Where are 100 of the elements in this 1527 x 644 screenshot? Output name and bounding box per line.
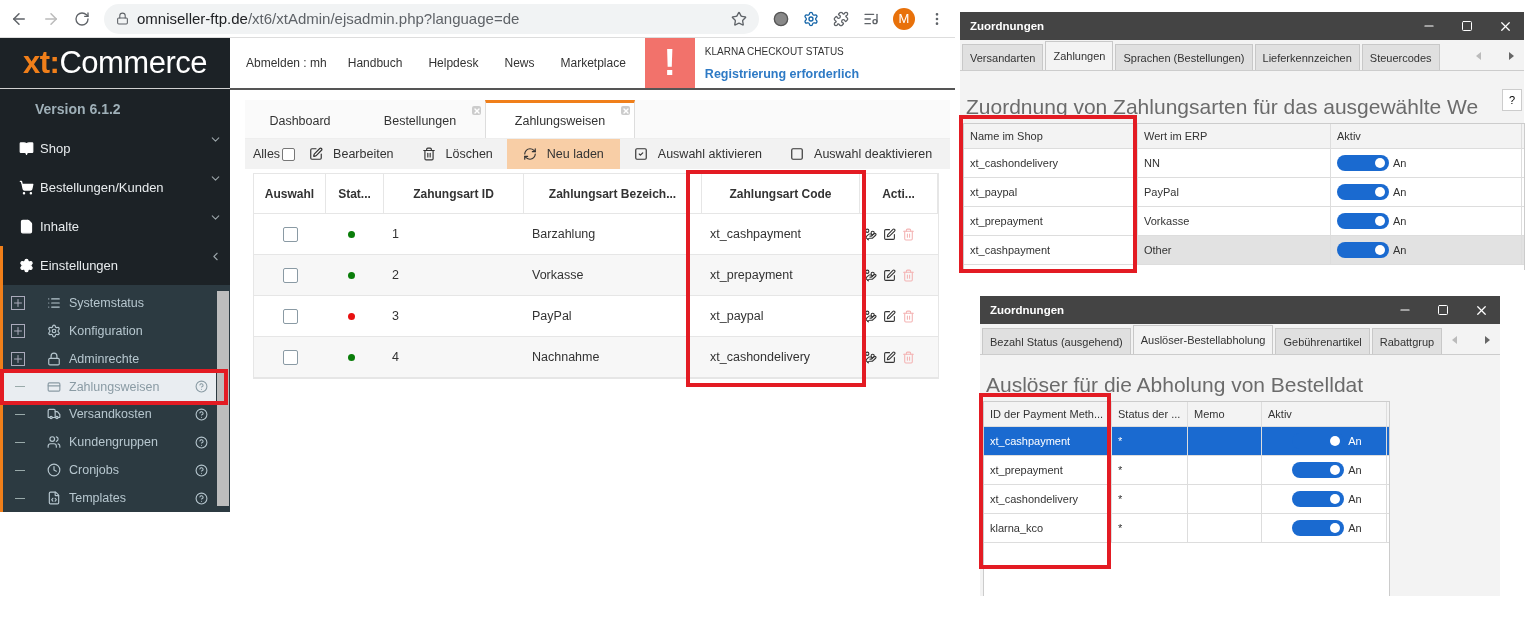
- checkbox[interactable]: [282, 226, 298, 242]
- tab[interactable]: Zahlungsweisen: [485, 100, 635, 138]
- sidebar-item[interactable]: Cronjobs: [3, 456, 216, 485]
- scroll-right-icon[interactable]: [1509, 52, 1514, 60]
- nav-item[interactable]: Bestellungen/Kunden: [0, 168, 230, 207]
- column-header: Aktiv: [1262, 402, 1387, 426]
- tab[interactable]: Sprachen (Bestellungen): [1115, 44, 1253, 70]
- column-header: Stat...: [326, 174, 384, 213]
- toggle-switch[interactable]: [1337, 155, 1389, 171]
- coins-icon[interactable]: [864, 268, 877, 282]
- table-row[interactable]: xt_paypal PayPal An: [964, 178, 1524, 207]
- table-cell: *: [1112, 427, 1188, 455]
- coins-icon[interactable]: [864, 227, 877, 241]
- table-row[interactable]: xt_cashondelivery * An: [984, 485, 1389, 514]
- table-row[interactable]: xt_cashpayment Other An: [964, 236, 1524, 265]
- sidebar-item[interactable]: Kundengruppen: [3, 428, 216, 457]
- puzzle-icon[interactable]: [833, 10, 849, 27]
- nav-item[interactable]: Inhalte: [0, 207, 230, 246]
- table-cell-text: 2: [391, 267, 400, 284]
- column-header: ID der Payment Meth...: [984, 402, 1112, 426]
- extension-icon[interactable]: [773, 10, 789, 27]
- sidebar-item[interactable]: Templates: [3, 484, 216, 512]
- toolbar-button[interactable]: Auswahl aktivieren: [619, 139, 777, 169]
- version-label: Version 6.1.2: [34, 100, 122, 119]
- toggle-switch[interactable]: [1337, 213, 1389, 229]
- checkbox[interactable]: [282, 267, 298, 283]
- star-icon[interactable]: [731, 10, 747, 27]
- toggle-switch[interactable]: [1292, 520, 1345, 536]
- table-cell-text: xt_prepayment: [709, 267, 794, 284]
- lock-icon: [47, 351, 61, 366]
- extension-icon[interactable]: [803, 10, 819, 27]
- toolbar-button[interactable]: Bearbeiten: [295, 139, 408, 169]
- toggle-label: An: [1348, 493, 1362, 505]
- sidebar-item[interactable]: Versandkosten: [3, 400, 216, 429]
- alert-link[interactable]: Registrierung erforderlich: [704, 66, 860, 81]
- top-link[interactable]: Abmelden : mh: [230, 38, 335, 88]
- help-icon[interactable]: [195, 407, 208, 421]
- expand-icon[interactable]: [11, 323, 25, 338]
- top-link[interactable]: Helpdesk: [415, 38, 492, 88]
- tab[interactable]: Versandarten: [962, 44, 1044, 70]
- edit-icon[interactable]: [883, 268, 896, 282]
- settings-icon: [19, 258, 34, 273]
- toggle-switch[interactable]: [1292, 462, 1345, 478]
- nav-item[interactable]: Shop: [0, 129, 230, 168]
- tab[interactable]: Bezahl Status (ausgehend): [982, 328, 1131, 354]
- reload-icon[interactable]: [74, 10, 90, 27]
- tab[interactable]: Rabattgrup: [1371, 328, 1442, 354]
- tab[interactable]: Gebührenartikel: [1275, 328, 1370, 354]
- table-cell: xt_cashondelivery: [984, 485, 1112, 513]
- sidebar-item[interactable]: Systemstatus: [3, 289, 216, 317]
- help-button[interactable]: ?: [1502, 89, 1522, 111]
- expand-icon[interactable]: [11, 295, 25, 310]
- table-row[interactable]: xt_prepayment Vorkasse An: [964, 207, 1524, 236]
- scroll-right-icon[interactable]: [1485, 336, 1490, 344]
- toggle-switch[interactable]: [1292, 491, 1345, 507]
- toggle-switch[interactable]: [1337, 242, 1389, 258]
- checkbox[interactable]: [282, 308, 298, 324]
- table-cell: xt_prepayment: [964, 207, 1138, 235]
- table-row[interactable]: klarna_kco * An: [984, 514, 1389, 543]
- toolbar-button[interactable]: Auswahl deaktivieren: [776, 139, 947, 169]
- help-icon[interactable]: [195, 435, 208, 449]
- toggle-label: An: [1393, 215, 1407, 227]
- toolbar-button[interactable]: Neu laden: [506, 139, 620, 169]
- tab[interactable]: Bestellungen: [355, 100, 485, 138]
- tab[interactable]: Steuercodes: [1361, 44, 1440, 70]
- checkbox[interactable]: [282, 147, 296, 161]
- edit-icon[interactable]: [883, 309, 896, 323]
- help-icon[interactable]: [195, 463, 208, 477]
- expand-icon[interactable]: [11, 351, 25, 366]
- book-icon: [19, 141, 34, 156]
- sidebar-item[interactable]: Konfiguration: [3, 316, 216, 345]
- address-bar[interactable]: omniseller-ftp.de/xt6/xtAdmin/ejsadmin.php?language=de: [104, 3, 759, 34]
- top-link[interactable]: Handbuch: [334, 38, 416, 88]
- edit-icon[interactable]: [883, 350, 896, 364]
- table-row[interactable]: xt_prepayment * An: [984, 456, 1389, 485]
- help-icon[interactable]: [195, 491, 208, 505]
- credit-card-icon: [47, 379, 61, 394]
- table-cell-text: 4: [391, 349, 400, 366]
- tab[interactable]: Zahlungen: [1045, 41, 1114, 70]
- top-link[interactable]: News: [491, 38, 548, 88]
- tab[interactable]: Lieferkennzeichen: [1254, 44, 1360, 70]
- table-cell-text: PayPal: [531, 308, 573, 325]
- checkbox[interactable]: [282, 349, 298, 365]
- toggle-switch[interactable]: [1337, 184, 1389, 200]
- top-link[interactable]: Marketplace: [547, 38, 639, 88]
- edit-icon[interactable]: [883, 227, 896, 241]
- coins-icon[interactable]: [864, 350, 877, 364]
- table-row[interactable]: xt_cashondelivery NN An: [964, 149, 1524, 178]
- maximize-icon[interactable]: [1461, 20, 1473, 32]
- maximize-icon[interactable]: [1437, 304, 1449, 316]
- tab[interactable]: Dashboard: [245, 100, 355, 138]
- table-cell-text: 3: [391, 308, 400, 325]
- table-cell: xt_cashpayment: [964, 236, 1138, 264]
- trash-icon: [421, 147, 436, 161]
- table-cell: NN: [1138, 149, 1331, 177]
- coins-icon[interactable]: [864, 309, 877, 323]
- tab[interactable]: Auslöser-Bestellabholung: [1132, 325, 1274, 354]
- toolbar-button[interactable]: Löschen: [407, 139, 507, 169]
- sidebar-item[interactable]: Adminrechte: [3, 344, 216, 373]
- table-row[interactable]: xt_cashpayment * An: [984, 427, 1389, 456]
